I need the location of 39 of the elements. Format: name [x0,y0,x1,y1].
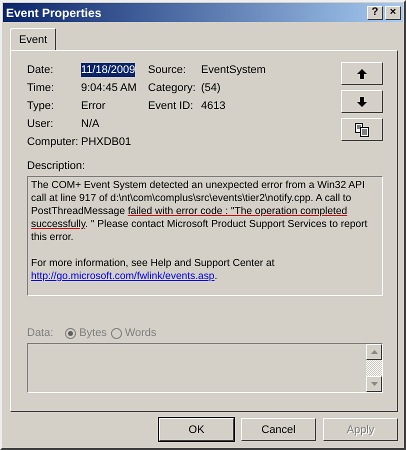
field-label: User: [27,117,54,131]
up-caret-icon [370,350,378,354]
field-label: Date: [27,63,54,77]
field-label: Source: [148,63,187,77]
down-arrow-icon [356,96,368,106]
field-value: EventSystem [201,63,266,77]
field-label: Type: [27,99,55,113]
field-value: Error [81,99,106,113]
data-label: Data: [27,326,54,340]
scrollbar[interactable] [366,344,382,392]
field-value: (54) [201,81,222,95]
period-text: . [214,271,218,282]
field-value: PHXDB01 [81,135,132,149]
field-value: 11/18/2009 [81,63,136,77]
close-button[interactable]: × [385,6,401,20]
copy-button[interactable] [341,118,383,141]
next-button[interactable] [341,90,383,113]
tab[interactable]: Event [10,28,56,50]
field-value: 9:04:45 AM [81,81,138,95]
help-link[interactable]: http://go.microsoft.com/fwlink/events.asp [31,271,214,282]
copy-icon [355,122,369,136]
description-label: Description: [27,159,86,173]
help-button[interactable]: ? [367,6,383,20]
field-value: 4613 [201,99,226,113]
field-value: N/A [81,117,100,131]
down-caret-icon [370,382,378,386]
dialog-button[interactable]: OK [159,418,234,441]
field-label: Computer: [27,135,80,149]
field-label: Time: [27,81,56,95]
description-text: For more information, see Help and Support Center at [31,258,274,269]
scroll-up-button[interactable] [366,344,382,360]
field-label: Event ID: [148,99,194,113]
scroll-down-button[interactable] [366,376,382,392]
dialog-button[interactable]: Cancel [241,418,316,441]
up-arrow-icon [356,68,368,78]
field-label: Category: [148,81,197,95]
description-text: The COM+ Event System detected an unexpected error from a Win32 API call at line 917 of d:\nt\com\complus\src\events\tier2\notify.cpp. A call to PostThreadMessage failed with error code : "The operation completed successfully. " Please contact Microsoft Product Support Services to report this error. [31,179,368,244]
window-title: Event Properties [6,6,102,20]
previous-button[interactable] [341,62,383,85]
